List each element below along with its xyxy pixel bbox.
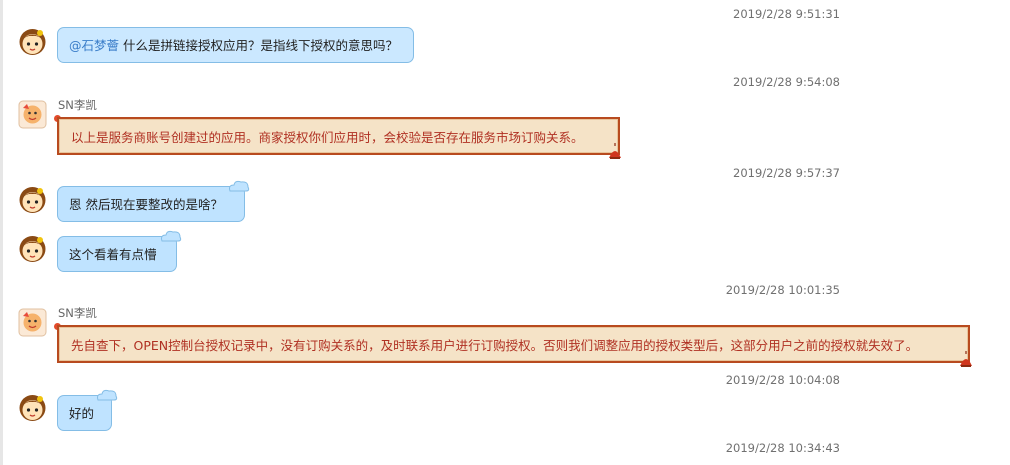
lantern-ornament-icon [960, 351, 972, 367]
message-text: 恩 然后现在要整改的是啥？ [69, 197, 223, 212]
cloud-decoration-icon [229, 180, 250, 192]
timestamp: 2019/2/28 9:57:37 [733, 166, 840, 180]
cartoon-girl-avatar-icon[interactable] [18, 185, 47, 214]
timestamp: 2019/2/28 10:04:08 [725, 373, 840, 387]
lantern-ornament-icon [609, 143, 621, 159]
agent-avatar-icon[interactable] [18, 308, 47, 337]
message-text: 这个看着有点懵 [69, 247, 157, 262]
timestamp: 2019/2/28 10:01:35 [725, 283, 840, 297]
left-border [0, 0, 3, 465]
message-text: 先自查下，OPEN控制台授权记录中，没有订购关系的，及时联系用户进行订购授权。否… [71, 338, 919, 353]
sender-name: SN李凯 [58, 306, 97, 320]
timestamp: 2019/2/28 10:34:43 [725, 441, 840, 455]
message-bubble: @石梦薈 什么是拼链接授权应用？是指线下授权的意思吗？ [57, 27, 414, 63]
sender-name: SN李凯 [58, 98, 97, 112]
timestamp: 2019/2/28 9:54:08 [733, 75, 840, 89]
message-bubble: 以上是服务商账号创建过的应用。商家授权你们应用时，会校验是否存在服务市场订购关系… [57, 117, 620, 155]
cloud-decoration-icon [97, 389, 118, 401]
mention-link[interactable]: @石梦薈 [69, 38, 119, 53]
message-text: 好的 [69, 406, 95, 421]
message-bubble: 恩 然后现在要整改的是啥？ [57, 186, 245, 222]
cartoon-girl-avatar-icon[interactable] [18, 393, 47, 422]
cartoon-girl-avatar-icon[interactable] [18, 234, 47, 263]
agent-avatar-icon[interactable] [18, 100, 47, 129]
cloud-decoration-icon [161, 230, 182, 242]
message-text: 什么是拼链接授权应用？是指线下授权的意思吗？ [119, 38, 398, 53]
timestamp: 2019/2/28 9:51:31 [733, 7, 840, 21]
message-bubble: 先自查下，OPEN控制台授权记录中，没有订购关系的，及时联系用户进行订购授权。否… [57, 325, 970, 363]
cartoon-girl-avatar-icon[interactable] [18, 27, 47, 56]
message-bubble: 这个看着有点懵 [57, 236, 177, 272]
message-text: 以上是服务商账号创建过的应用。商家授权你们应用时，会校验是否存在服务市场订购关系… [71, 130, 584, 145]
